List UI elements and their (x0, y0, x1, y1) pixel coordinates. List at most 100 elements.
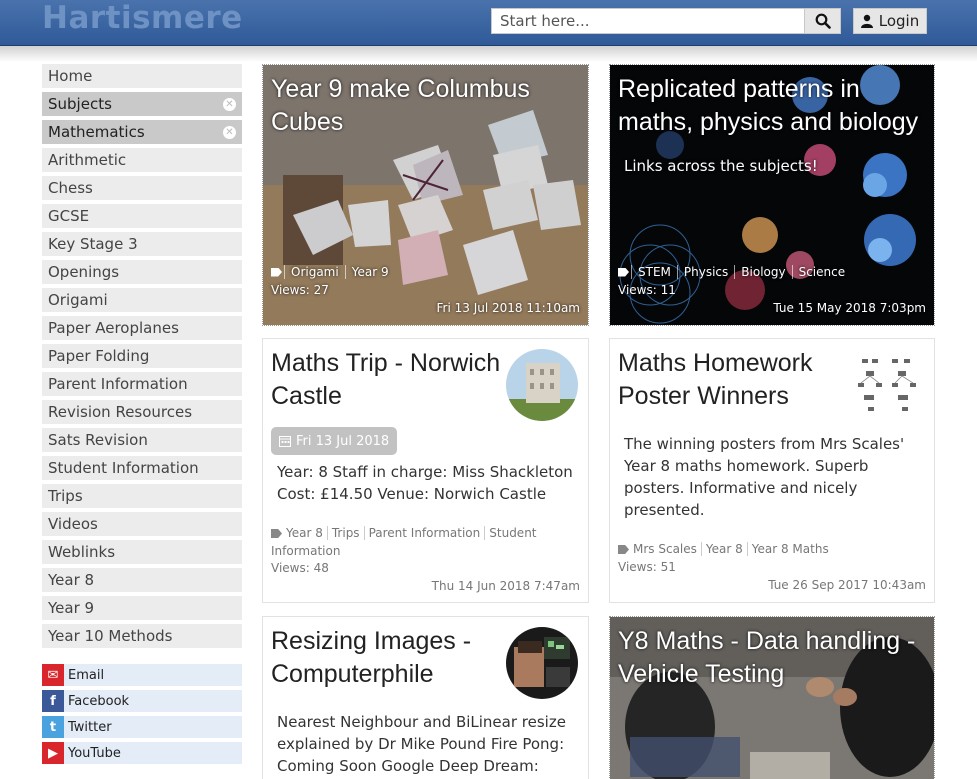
post-date: Thu 14 Jun 2018 7:47am (431, 579, 580, 593)
login-label: Login (878, 12, 920, 30)
tag-icon (618, 267, 629, 277)
sidebar-item-mathematics[interactable]: Mathematics ✕ (42, 120, 242, 144)
sidebar-item-label: Year 10 Methods (48, 627, 173, 645)
tag-link[interactable]: Student (484, 526, 541, 540)
card-tags: Origami Year 9 (271, 265, 395, 279)
sidebar-item-origami[interactable]: Origami (42, 288, 242, 312)
tag-link[interactable]: Year 9 (344, 265, 395, 279)
youtube-icon: ▶ (42, 742, 64, 764)
sidebar-item-year-10-methods[interactable]: Year 10 Methods (42, 624, 242, 648)
card-title[interactable]: Resizing Images - Computerphile (271, 625, 501, 691)
sidebar-nav: Home Subjects ✕ Mathematics ✕ Arithmetic Chess… (42, 64, 242, 768)
search-button[interactable] (804, 8, 841, 34)
card-title[interactable]: Maths Homework Poster Winners (618, 347, 848, 413)
card-excerpt: The winning posters from Mrs Scales' Yea… (624, 435, 905, 519)
sidebar-item-revision-resources[interactable]: Revision Resources (42, 400, 242, 424)
sidebar-item-label: Paper Aeroplanes (48, 319, 179, 337)
social-links: ✉ Email f Facebook t Twitter ▶ YouTube (42, 664, 242, 764)
tag-icon (271, 267, 282, 277)
card-subtitle: Links across the subjects! (624, 157, 818, 175)
tag-link[interactable]: Biology (734, 265, 791, 279)
tag-link[interactable]: Science (791, 265, 852, 279)
sidebar-item-year-8[interactable]: Year 8 (42, 568, 242, 592)
tag-link[interactable]: Year 8 (284, 526, 327, 540)
tag-link[interactable]: Mrs Scales (631, 542, 701, 556)
sidebar-item-label: GCSE (48, 207, 90, 225)
post-card-replicated-patterns[interactable]: Replicated patterns in maths, physics an… (609, 64, 935, 326)
search-box (491, 8, 841, 34)
post-date: Tue 26 Sep 2017 10:43am (768, 578, 926, 592)
calendar-icon (279, 436, 291, 447)
card-excerpt: Nearest Neighbour and BiLinear resize ex… (277, 713, 566, 775)
view-count: Views: 51 (618, 560, 676, 574)
sidebar-item-label: Trips (48, 487, 83, 505)
social-link-email[interactable]: ✉ Email (42, 664, 242, 686)
social-link-twitter[interactable]: t Twitter (42, 716, 242, 738)
sidebar-item-chess[interactable]: Chess (42, 176, 242, 200)
sidebar-item-label: Arithmetic (48, 151, 127, 169)
remove-filter-icon[interactable]: ✕ (223, 125, 236, 139)
post-date: Tue 15 May 2018 7:03pm (773, 301, 926, 315)
site-logo[interactable]: Hartismere (42, 0, 243, 36)
sidebar-item-label: Subjects (48, 95, 112, 113)
sidebar-item-trips[interactable]: Trips (42, 484, 242, 508)
card-tags: STEM Physics Biology Science (618, 265, 851, 279)
sidebar-item-label: Revision Resources (48, 403, 193, 421)
tag-link-continued[interactable]: Information (271, 544, 340, 558)
castle-thumbnail (506, 349, 578, 421)
card-title[interactable]: Maths Trip - Norwich Castle (271, 347, 501, 413)
tag-link[interactable]: Physics (676, 265, 734, 279)
tag-link[interactable]: Year 8 (700, 542, 747, 556)
social-link-youtube[interactable]: ▶ YouTube (42, 742, 242, 764)
social-link-label: Twitter (68, 719, 112, 735)
post-card-columbus-cubes[interactable]: Year 9 make Columbus Cubes Origami Year … (262, 64, 589, 326)
login-button[interactable]: Login (853, 8, 927, 34)
sidebar-item-videos[interactable]: Videos (42, 512, 242, 536)
sidebar-item-label: Parent Information (48, 375, 188, 393)
remove-filter-icon[interactable]: ✕ (223, 97, 236, 111)
sidebar-item-paper-aeroplanes[interactable]: Paper Aeroplanes (42, 316, 242, 340)
search-input[interactable] (491, 8, 804, 34)
sidebar-item-parent-information[interactable]: Parent Information (42, 372, 242, 396)
tag-link[interactable]: Trips (326, 526, 364, 540)
post-card-vehicle-testing[interactable]: Y8 Maths - Data handling - Vehicle Testi… (609, 616, 935, 779)
card-title[interactable]: Replicated patterns in maths, physics an… (618, 73, 924, 139)
sidebar-item-openings[interactable]: Openings (42, 260, 242, 284)
sidebar-item-key-stage-3[interactable]: Key Stage 3 (42, 232, 242, 256)
sidebar-item-year-9[interactable]: Year 9 (42, 596, 242, 620)
card-title[interactable]: Year 9 make Columbus Cubes (271, 73, 578, 139)
sidebar-item-label: Key Stage 3 (48, 235, 138, 253)
tag-link[interactable]: Parent Information (363, 526, 485, 540)
sidebar-item-label: Home (48, 67, 93, 85)
card-tags: Year 8 Trips Parent Information Student Inf… (271, 524, 571, 560)
social-link-label: Facebook (68, 693, 130, 709)
category-list: Home Subjects ✕ Mathematics ✕ Arithmetic Chess… (42, 64, 242, 648)
sidebar-item-home[interactable]: Home (42, 64, 242, 88)
user-icon (860, 14, 873, 28)
sidebar-item-subjects[interactable]: Subjects ✕ (42, 92, 242, 116)
sidebar-item-student-information[interactable]: Student Information (42, 456, 242, 480)
card-tags: Mrs Scales Year 8 Year 8 Maths (618, 540, 918, 558)
post-date: Fri 13 Jul 2018 11:10am (436, 301, 580, 315)
post-card-homework-posters[interactable]: Maths Homework Poster Winners The winnin… (609, 338, 935, 603)
post-card-maths-trip[interactable]: Maths Trip - Norwich Castle Fri 13 Jul 2… (262, 338, 589, 603)
tag-link[interactable]: Year 8 Maths (746, 542, 833, 556)
sidebar-item-label: Mathematics (48, 123, 145, 141)
sidebar-item-label: Student Information (48, 459, 199, 477)
sidebar-item-label: Chess (48, 179, 93, 197)
tag-link[interactable]: STEM (631, 265, 677, 279)
view-count: Views: 48 (271, 561, 329, 575)
post-card-resizing-images[interactable]: Resizing Images - Computerphile Nearest … (262, 616, 589, 779)
sidebar-item-paper-folding[interactable]: Paper Folding (42, 344, 242, 368)
sidebar-item-label: Sats Revision (48, 431, 148, 449)
search-icon (815, 13, 831, 29)
sidebar-item-gcse[interactable]: GCSE (42, 204, 242, 228)
social-link-label: YouTube (68, 745, 121, 761)
sidebar-item-weblinks[interactable]: Weblinks (42, 540, 242, 564)
tag-link[interactable]: Origami (284, 265, 345, 279)
card-title[interactable]: Y8 Maths - Data handling - Vehicle Testi… (618, 625, 924, 691)
sidebar-item-arithmetic[interactable]: Arithmetic (42, 148, 242, 172)
social-link-facebook[interactable]: f Facebook (42, 690, 242, 712)
sidebar-item-sats-revision[interactable]: Sats Revision (42, 428, 242, 452)
tag-icon (271, 529, 282, 538)
